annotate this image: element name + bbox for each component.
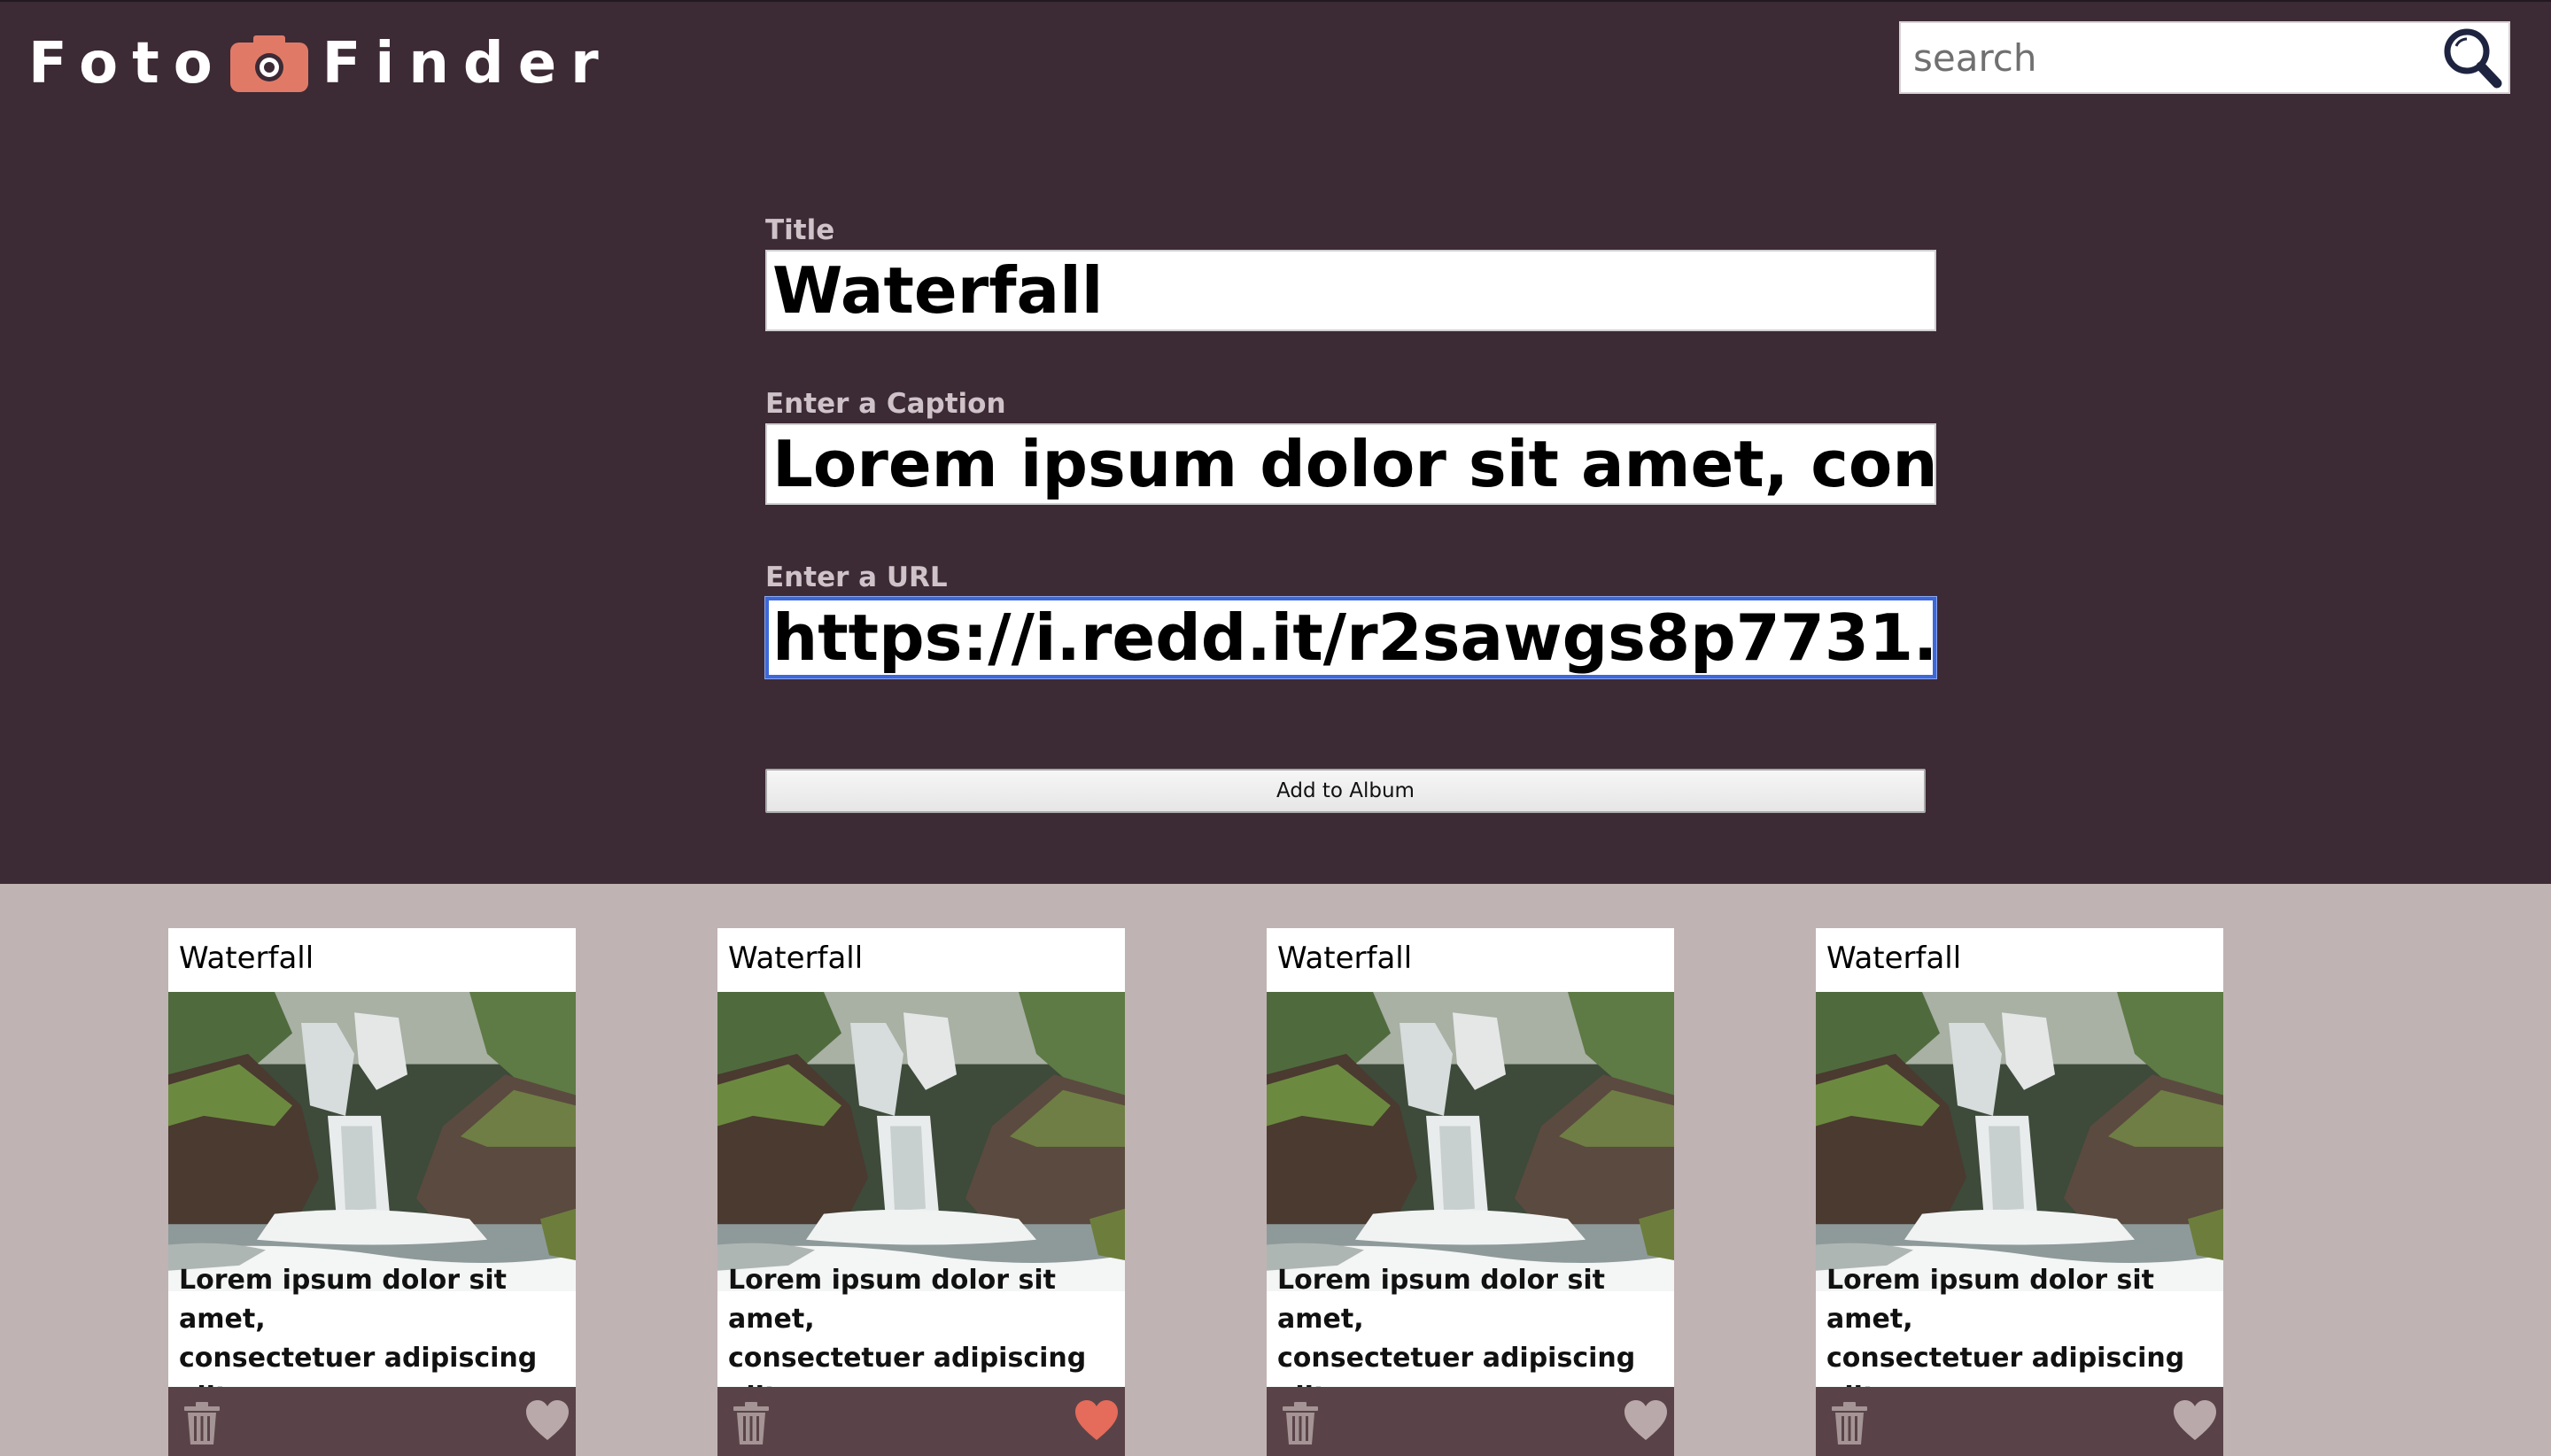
photo-card: Waterfall Lorem ipsum dolor sit amet, co…	[168, 928, 576, 1456]
trash-icon[interactable]	[1830, 1401, 1869, 1445]
url-field[interactable]	[765, 597, 1936, 678]
card-footer	[717, 1387, 1125, 1456]
header-bar: Foto Finder Title Enter a Caption Enter …	[0, 0, 2551, 884]
logo-text-foto: Foto	[28, 31, 227, 97]
heart-icon[interactable]	[524, 1399, 570, 1442]
card-footer	[168, 1387, 576, 1456]
search-button[interactable]	[2438, 25, 2505, 90]
app-logo[interactable]: Foto Finder	[28, 28, 613, 99]
logo-text-finder: Finder	[322, 31, 613, 97]
search-input[interactable]	[1901, 23, 2432, 92]
card-footer	[1816, 1387, 2223, 1456]
add-to-album-button[interactable]: Add to Album	[765, 769, 1926, 813]
card-title[interactable]: Waterfall	[179, 939, 314, 978]
card-title[interactable]: Waterfall	[728, 939, 863, 978]
search-bar	[1899, 21, 2510, 94]
card-photo	[1816, 992, 2223, 1291]
trash-icon[interactable]	[182, 1401, 221, 1445]
card-photo	[168, 992, 576, 1291]
heart-icon[interactable]	[1623, 1399, 1669, 1442]
photo-card: Waterfall Lorem ipsum dolor sit amet, co…	[1816, 928, 2223, 1456]
heart-icon[interactable]	[1074, 1399, 1120, 1442]
heart-icon[interactable]	[2172, 1399, 2218, 1442]
card-footer	[1267, 1387, 1674, 1456]
caption-field[interactable]	[765, 423, 1936, 505]
photo-card: Waterfall Lorem ipsum dolor sit amet, co…	[717, 928, 1125, 1456]
title-label: Title	[765, 214, 835, 246]
trash-icon[interactable]	[732, 1401, 771, 1445]
title-field[interactable]	[765, 250, 1936, 331]
photo-card: Waterfall Lorem ipsum dolor sit amet, co…	[1267, 928, 1674, 1456]
card-photo	[1267, 992, 1674, 1291]
search-icon	[2444, 28, 2502, 89]
caption-label: Enter a Caption	[765, 388, 1006, 420]
url-label: Enter a URL	[765, 561, 948, 593]
trash-icon[interactable]	[1281, 1401, 1320, 1445]
camera-icon	[229, 35, 308, 92]
card-photo	[717, 992, 1125, 1291]
card-title[interactable]: Waterfall	[1826, 939, 1961, 978]
card-title[interactable]: Waterfall	[1277, 939, 1412, 978]
